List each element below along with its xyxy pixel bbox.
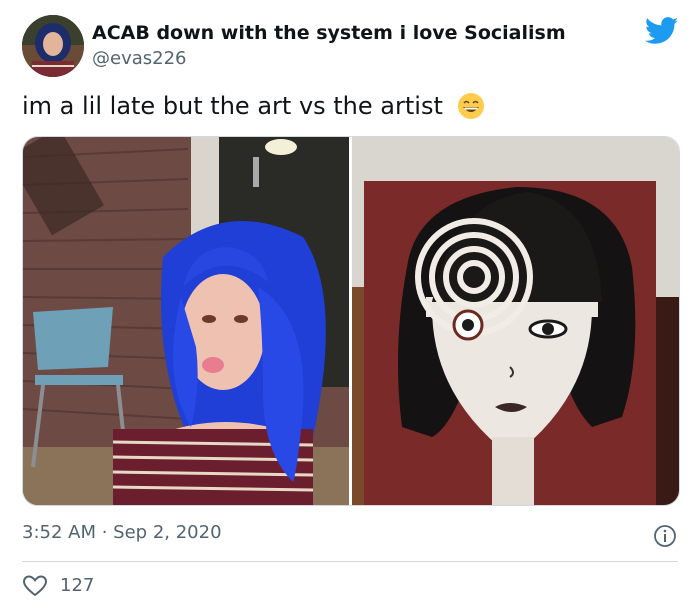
tweet-card: ACAB down with the system i love Sociali… [0, 0, 700, 615]
time-separator: · [96, 522, 114, 543]
tweet-timestamp: 3:52 AM · Sep 2, 2020 [22, 522, 222, 543]
user-handle[interactable]: @evas226 [92, 48, 187, 69]
tweet-time[interactable]: 3:52 AM [22, 522, 96, 543]
avatar[interactable] [22, 15, 84, 77]
tweet-date[interactable]: Sep 2, 2020 [113, 522, 221, 543]
tweet-text: im a lil late but the art vs the artist [22, 92, 485, 120]
artist-photo[interactable] [23, 137, 349, 505]
grinning-face-icon [457, 92, 485, 120]
painting-photo[interactable] [352, 137, 679, 505]
info-icon[interactable] [653, 524, 677, 548]
divider [22, 561, 678, 562]
display-name[interactable]: ACAB down with the system i love Sociali… [92, 22, 566, 44]
tweet-body: im a lil late but the art vs the artist [22, 92, 443, 120]
like-count: 127 [60, 575, 95, 596]
like-heart-icon[interactable] [22, 574, 48, 598]
twitter-bird-icon[interactable] [644, 17, 679, 45]
media-grid [22, 136, 680, 506]
